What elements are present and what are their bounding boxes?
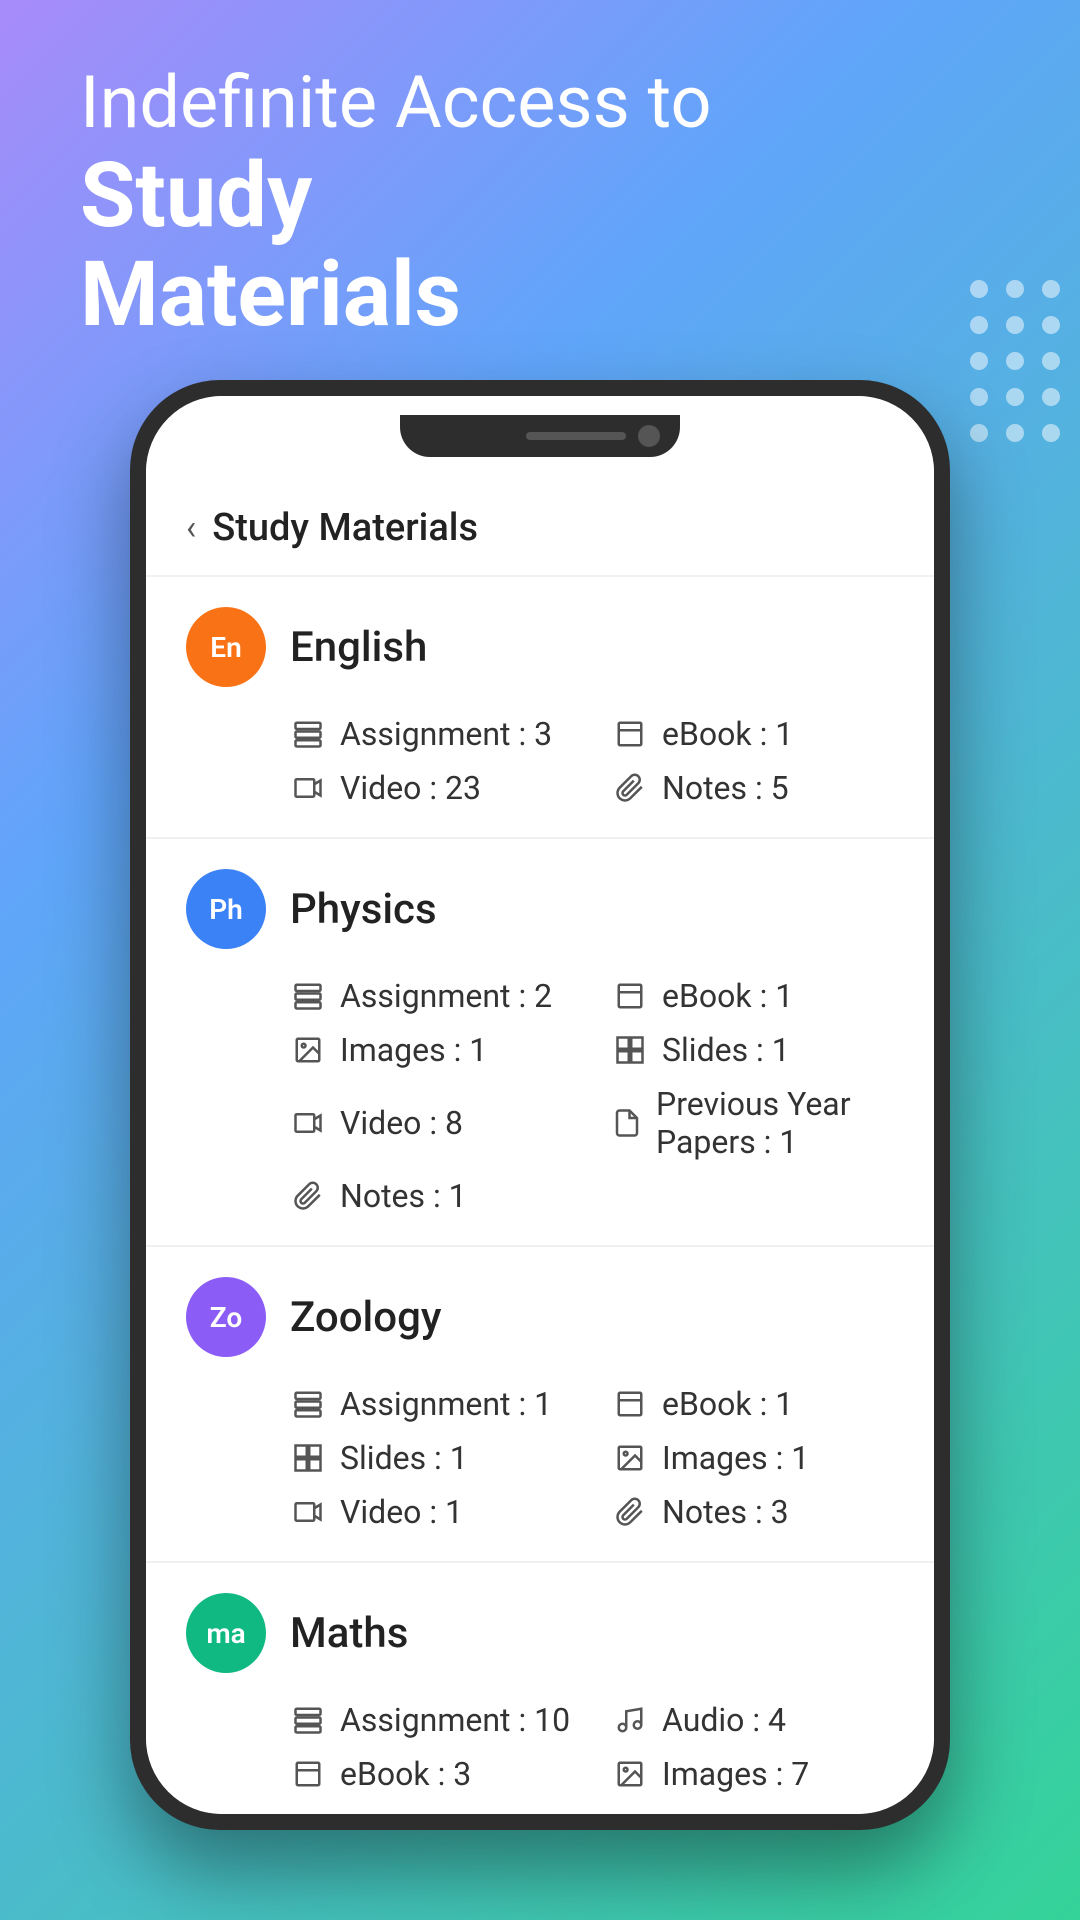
stat-item: Assignment : 3: [290, 715, 572, 753]
assignment-icon: [290, 716, 326, 752]
hero-line1: Indefinite Access to: [80, 60, 712, 146]
stat-label: Video : 23: [340, 769, 481, 807]
images-icon: [290, 1032, 326, 1068]
back-button[interactable]: ‹: [186, 508, 196, 548]
stat-label: eBook : 1: [662, 977, 793, 1015]
phone-inner: ‹ Study Materials En English Assignment …: [146, 396, 934, 1814]
stat-label: Notes : 1: [340, 1177, 467, 1215]
notch: [400, 415, 680, 457]
subject-physics-stats: Assignment : 2 eBook : 1 Images : 1: [186, 977, 894, 1215]
stat-label: eBook : 1: [662, 1385, 793, 1423]
ebook-icon: [290, 1756, 326, 1792]
video-icon: [290, 1494, 326, 1530]
stat-item: Audio : 4: [612, 1701, 894, 1739]
avatar-zoology: Zo: [186, 1277, 266, 1357]
stat-label: Notes : 3: [662, 1493, 789, 1531]
assignment-icon: [290, 978, 326, 1014]
avatar-english: En: [186, 607, 266, 687]
stat-label: Video : 1: [340, 1493, 463, 1531]
stat-label: Images : 1: [662, 1439, 809, 1477]
ebook-icon: [612, 716, 648, 752]
subject-zoology-header: Zo Zoology: [186, 1277, 894, 1357]
images-icon: [612, 1440, 648, 1476]
notch-circle: [638, 425, 660, 447]
stat-item: Video : 23: [290, 769, 572, 807]
subject-physics-header: Ph Physics: [186, 869, 894, 949]
subject-english-header: En English: [186, 607, 894, 687]
stat-label: eBook : 1: [662, 715, 793, 753]
avatar-physics: Ph: [186, 869, 266, 949]
stat-label: Previous Year Papers : 1: [656, 1085, 894, 1161]
stat-label: eBook : 3: [340, 1755, 471, 1793]
stat-item: Notes : 3: [612, 1493, 894, 1531]
stat-label: Images : 1: [340, 1031, 487, 1069]
stat-label: Notes : 5: [662, 769, 789, 807]
stat-label: Assignment : 10: [340, 1701, 570, 1739]
subject-zoology[interactable]: Zo Zoology Assignment : 1 eBook :: [146, 1247, 934, 1563]
dots-decoration: [950, 260, 1080, 462]
subject-maths-header: ma Maths: [186, 1593, 894, 1673]
stat-label: Video : 8: [340, 1104, 463, 1142]
stat-item: Images : 7: [612, 1755, 894, 1793]
stat-item: Images : 1: [290, 1031, 572, 1069]
subject-maths-name: Maths: [290, 1609, 408, 1658]
audio-icon: [612, 1702, 648, 1738]
notch-bar: [146, 396, 934, 476]
stat-item: Slides : 1: [290, 1439, 572, 1477]
stat-item: Slides : 1: [612, 1031, 894, 1069]
stat-item: eBook : 3: [290, 1755, 572, 1793]
notch-line: [526, 432, 626, 440]
stat-item: eBook : 1: [612, 1385, 894, 1423]
subject-english-name: English: [290, 623, 427, 672]
app-header: ‹ Study Materials: [146, 476, 934, 577]
stat-label: Assignment : 2: [340, 977, 552, 1015]
stat-item: Assignment : 1: [290, 1385, 572, 1423]
notes-icon: [290, 1178, 326, 1214]
notes-icon: [612, 1494, 648, 1530]
stat-item: Video : 1: [290, 1493, 572, 1531]
subject-physics-name: Physics: [290, 885, 437, 934]
subject-physics[interactable]: Ph Physics Assignment : 2 eBook :: [146, 839, 934, 1247]
stat-item: Video : 8: [290, 1085, 572, 1161]
stat-item: Notes : 5: [612, 769, 894, 807]
stat-label: Audio : 4: [662, 1701, 786, 1739]
phone-mockup: ‹ Study Materials En English Assignment …: [130, 380, 950, 1830]
notes-icon: [612, 770, 648, 806]
stat-label: Slides : 1: [662, 1031, 790, 1069]
subject-english[interactable]: En English Assignment : 3 eBook :: [146, 577, 934, 839]
app-content[interactable]: ‹ Study Materials En English Assignment …: [146, 476, 934, 1814]
assignment-icon: [290, 1386, 326, 1422]
subject-zoology-name: Zoology: [290, 1293, 441, 1342]
stat-label: Assignment : 3: [340, 715, 552, 753]
stat-item: eBook : 1: [612, 977, 894, 1015]
subject-zoology-stats: Assignment : 1 eBook : 1 Slides : 1: [186, 1385, 894, 1531]
stat-label: Images : 7: [662, 1755, 809, 1793]
stat-label: Slides : 1: [340, 1439, 468, 1477]
stat-item: Assignment : 10: [290, 1701, 572, 1739]
subject-maths[interactable]: ma Maths Assignment : 10 Audio :: [146, 1563, 934, 1814]
pyp-icon: [612, 1105, 642, 1141]
avatar-maths: ma: [186, 1593, 266, 1673]
slides-icon: [612, 1032, 648, 1068]
stat-item: Notes : 1: [290, 1177, 572, 1215]
stat-item: Assignment : 2: [290, 977, 572, 1015]
ebook-icon: [612, 1386, 648, 1422]
ebook-icon: [612, 978, 648, 1014]
hero-text: Indefinite Access to StudyMaterials: [80, 60, 712, 344]
video-icon: [290, 1105, 326, 1141]
hero-line2: StudyMaterials: [80, 146, 712, 344]
stat-item: Previous Year Papers : 1: [612, 1085, 894, 1161]
page-title: Study Materials: [212, 506, 478, 550]
subject-english-stats: Assignment : 3 eBook : 1 Video : 23: [186, 715, 894, 807]
assignment-icon: [290, 1702, 326, 1738]
video-icon: [290, 770, 326, 806]
stat-item: eBook : 1: [612, 715, 894, 753]
stat-label: Assignment : 1: [340, 1385, 552, 1423]
subject-maths-stats: Assignment : 10 Audio : 4 eBook : 3: [186, 1701, 894, 1793]
images-icon: [612, 1756, 648, 1792]
stat-item: Images : 1: [612, 1439, 894, 1477]
slides-icon: [290, 1440, 326, 1476]
